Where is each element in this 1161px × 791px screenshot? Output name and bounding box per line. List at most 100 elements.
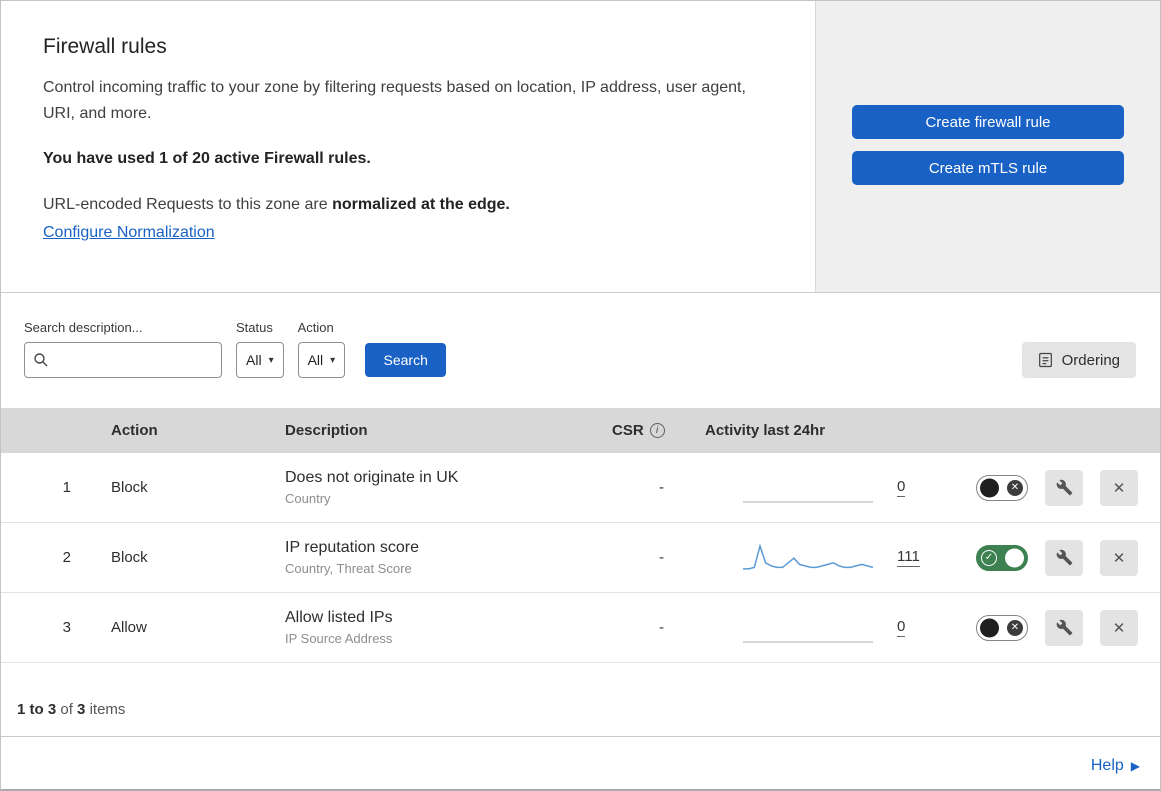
search-button[interactable]: Search xyxy=(365,343,447,377)
rule-activity-cell: 111 xyxy=(697,541,933,575)
normalization-note-text: URL-encoded Requests to this zone are xyxy=(43,196,333,214)
ordering-list-icon xyxy=(1038,352,1053,368)
toggle-knob xyxy=(980,478,999,497)
rule-activity-cell: 0 xyxy=(697,471,933,505)
create-firewall-rule-button[interactable]: Create firewall rule xyxy=(852,105,1124,139)
edit-rule-button[interactable] xyxy=(1045,469,1083,506)
activity-count-link[interactable]: 0 xyxy=(897,478,906,497)
close-icon: ✕ xyxy=(1112,619,1126,637)
rule-enabled-toggle[interactable]: ✓ ✕ xyxy=(976,474,1028,501)
edit-rule-button[interactable] xyxy=(1045,539,1083,576)
wrench-icon xyxy=(1056,549,1073,566)
rule-priority: 3 xyxy=(62,619,71,636)
wrench-icon xyxy=(1056,619,1073,636)
chevron-down-icon: ▾ xyxy=(330,354,336,366)
rule-description: Does not originate in UK xyxy=(285,469,459,486)
filter-bar: Search description... Status All ▾ Actio… xyxy=(1,293,1160,408)
activity-sparkline xyxy=(743,471,873,505)
search-icon xyxy=(33,352,49,368)
rule-description-cell: Allow listed IPs IP Source Address xyxy=(263,609,579,646)
ordering-button[interactable]: Ordering xyxy=(1021,342,1136,378)
table-row: 2 Block IP reputation score Country, Thr… xyxy=(1,523,1160,593)
edit-rule-button[interactable] xyxy=(1045,609,1083,646)
rule-criteria: Country, Threat Score xyxy=(285,561,412,576)
help-link-label: Help xyxy=(1090,757,1124,774)
rule-enabled-toggle[interactable]: ✓ ✕ xyxy=(976,544,1028,571)
table-header-row: Action Description CSR i Activity last 2… xyxy=(1,408,1160,453)
activity-sparkline xyxy=(743,611,873,645)
csr-column-header: CSR i xyxy=(579,422,697,439)
rule-criteria: IP Source Address xyxy=(285,631,393,646)
rule-csr-value: - xyxy=(659,619,664,636)
search-group: Search description... xyxy=(24,320,222,378)
rule-priority: 1 xyxy=(62,479,71,496)
page-title: Firewall rules xyxy=(43,35,167,58)
action-filter-dropdown[interactable]: All ▾ xyxy=(297,342,346,378)
help-link[interactable]: Help ▶ xyxy=(1091,757,1140,775)
info-icon[interactable]: i xyxy=(649,423,665,438)
pagination-of: of xyxy=(60,701,73,718)
header-text-block: Firewall rules Control incoming traffic … xyxy=(1,1,815,292)
table-row: 1 Block Does not originate in UK Country… xyxy=(1,453,1160,523)
activity-count-link[interactable]: 111 xyxy=(897,548,920,567)
action-column-header: Action xyxy=(111,422,158,439)
wrench-icon xyxy=(1056,479,1073,496)
pagination-items: items xyxy=(89,701,126,718)
rule-enabled-toggle[interactable]: ✓ ✕ xyxy=(976,614,1028,641)
rule-controls: ✓ ✕ ✕ xyxy=(933,539,1160,576)
rule-activity-cell: 0 xyxy=(697,611,933,645)
rule-criteria: Country xyxy=(285,491,331,506)
rule-action: Allow xyxy=(111,619,147,636)
rule-csr-value: - xyxy=(659,549,664,566)
create-mtls-rule-button[interactable]: Create mTLS rule xyxy=(852,151,1124,185)
rule-priority: 2 xyxy=(62,549,71,566)
close-icon: ✕ xyxy=(1112,479,1126,497)
close-icon: ✕ xyxy=(1112,549,1126,567)
status-filter-value: All xyxy=(246,352,262,368)
pagination-range: 1 to 3 xyxy=(17,701,57,718)
pagination-summary: 1 to 3 of 3 items xyxy=(1,663,1160,737)
usage-summary: You have used 1 of 20 active Firewall ru… xyxy=(43,150,371,168)
firewall-rules-page: Firewall rules Control incoming traffic … xyxy=(0,0,1161,791)
check-icon: ✓ xyxy=(981,549,997,566)
toggle-knob xyxy=(1005,548,1024,567)
activity-sparkline xyxy=(743,541,873,575)
activity-column-header: Activity last 24hr xyxy=(705,422,826,439)
activity-count-link[interactable]: 0 xyxy=(897,618,906,637)
rule-action: Block xyxy=(111,479,148,496)
action-filter-label: Action xyxy=(297,320,334,335)
normalization-note-bold: normalized at the edge. xyxy=(332,196,510,214)
x-icon: ✕ xyxy=(1007,619,1023,636)
help-row: Help ▶ xyxy=(1,745,1160,789)
rule-description: Allow listed IPs xyxy=(285,609,393,626)
rule-description: IP reputation score xyxy=(285,539,420,556)
pagination-total: 3 xyxy=(77,701,86,718)
search-input-box[interactable] xyxy=(24,342,222,378)
status-filter-dropdown[interactable]: All ▾ xyxy=(236,342,284,378)
search-input[interactable] xyxy=(49,352,213,368)
status-filter-label: Status xyxy=(236,320,273,335)
delete-rule-button[interactable]: ✕ xyxy=(1100,539,1138,576)
x-icon: ✕ xyxy=(1007,479,1023,496)
action-filter-value: All xyxy=(307,352,324,368)
rule-csr-value: - xyxy=(659,479,664,496)
header-section: Firewall rules Control incoming traffic … xyxy=(1,1,1160,293)
chevron-down-icon: ▾ xyxy=(268,354,274,366)
csr-column-label: CSR xyxy=(612,422,644,439)
description-column-header: Description xyxy=(285,422,368,439)
rule-controls: ✓ ✕ ✕ xyxy=(933,609,1160,646)
action-filter-group: Action All ▾ xyxy=(297,320,346,378)
page-description: Control incoming traffic to your zone by… xyxy=(43,79,746,122)
header-actions-panel: Create firewall rule Create mTLS rule xyxy=(815,1,1160,292)
rule-controls: ✓ ✕ ✕ xyxy=(933,469,1160,506)
arrow-right-icon: ▶ xyxy=(1130,759,1140,773)
delete-rule-button[interactable]: ✕ xyxy=(1100,609,1138,646)
toggle-knob xyxy=(980,618,999,637)
ordering-button-label: Ordering xyxy=(1061,351,1120,369)
configure-normalization-link[interactable]: Configure Normalization xyxy=(43,224,215,242)
search-label: Search description... xyxy=(24,320,143,335)
delete-rule-button[interactable]: ✕ xyxy=(1100,469,1138,506)
rule-description-cell: Does not originate in UK Country xyxy=(263,469,579,506)
rule-description-cell: IP reputation score Country, Threat Scor… xyxy=(263,539,579,576)
rule-action: Block xyxy=(111,549,148,566)
